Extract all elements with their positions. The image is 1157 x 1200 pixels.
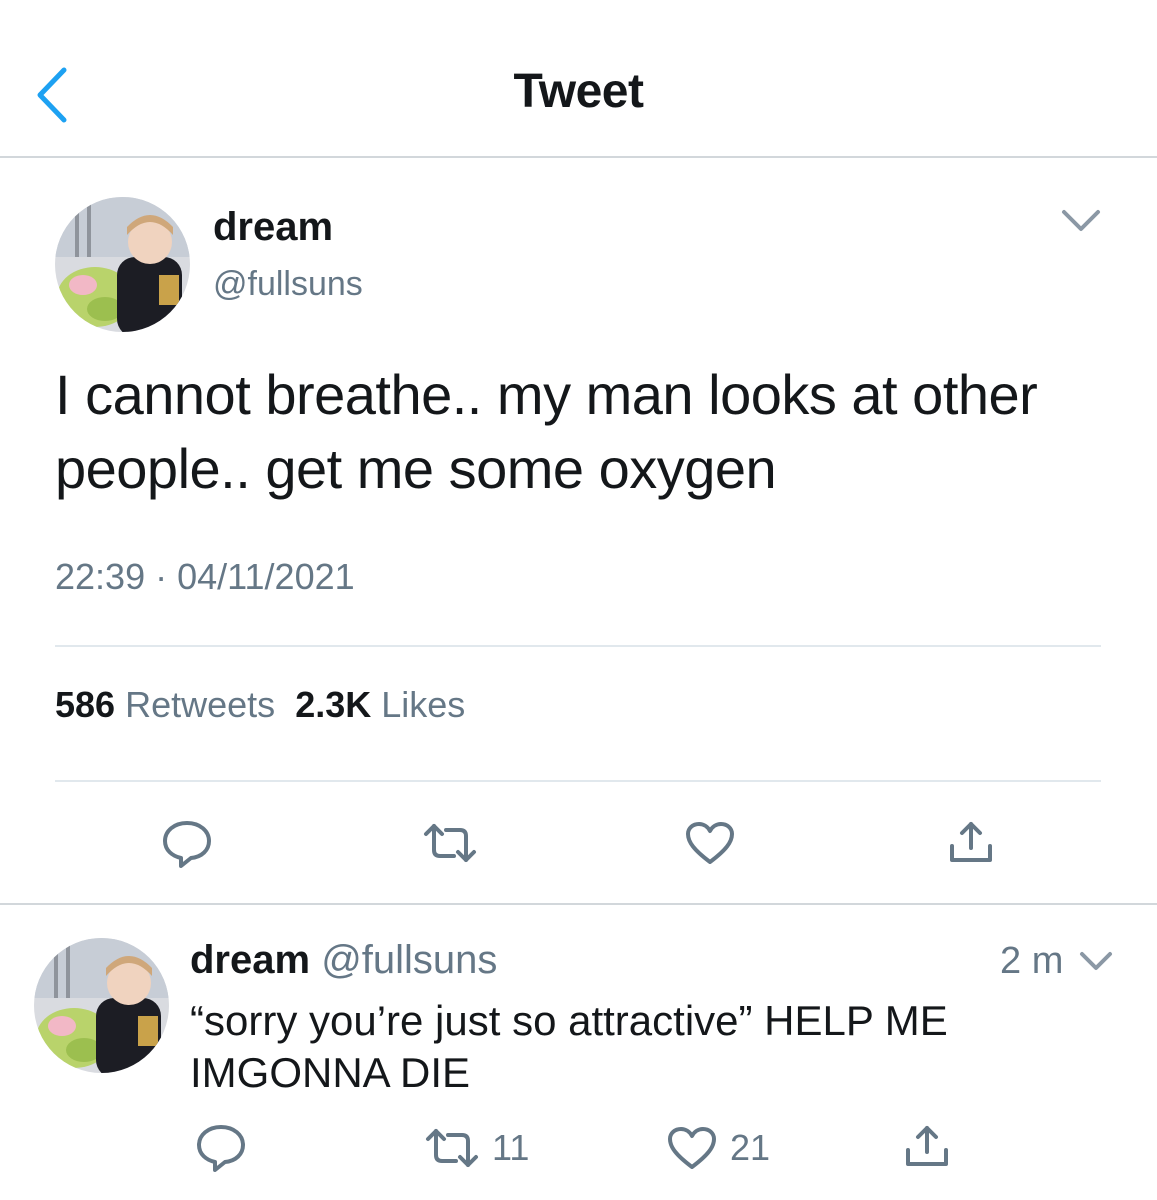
- meta-separator: ·: [155, 556, 168, 597]
- retweet-button[interactable]: [422, 820, 478, 866]
- tweet-date: 04/11/2021: [177, 556, 355, 597]
- tweet-timestamp: 22:39 · 04/11/2021: [55, 556, 355, 598]
- chevron-down-icon: [1062, 210, 1100, 231]
- like-button[interactable]: [684, 820, 736, 866]
- tweet-time: 22:39: [55, 556, 146, 597]
- avatar[interactable]: [55, 197, 190, 332]
- reply-button[interactable]: [160, 818, 214, 870]
- reply-author[interactable]: dream @fullsuns: [190, 938, 497, 983]
- like-count: 2.3K: [295, 684, 372, 725]
- chevron-down-icon: [1080, 952, 1112, 970]
- reply-avatar[interactable]: [34, 938, 169, 1073]
- share-button[interactable]: [946, 818, 996, 866]
- retweet-count: 586: [55, 684, 116, 725]
- divider: [0, 903, 1157, 905]
- page-title: Tweet: [513, 65, 644, 118]
- reply-share-button[interactable]: [902, 1122, 952, 1170]
- reply-reply-button[interactable]: [194, 1122, 248, 1174]
- reply-retweet-count: 11: [492, 1127, 530, 1168]
- divider: [55, 780, 1101, 782]
- share-icon: [906, 1126, 948, 1166]
- reply-icon: [163, 821, 211, 868]
- retweets-label: Retweets: [125, 684, 276, 725]
- avatar-image: [55, 197, 190, 332]
- tweet-text: I cannot breathe.. my man looks at other…: [55, 363, 1038, 500]
- likes-stat[interactable]: 2.3K Likes: [295, 684, 465, 725]
- reply-retweet-button[interactable]: 11: [424, 1125, 529, 1171]
- reply-icon: [197, 1125, 245, 1172]
- reply-text: “sorry you’re just so attractive” HELP M…: [190, 997, 948, 1096]
- retweets-stat[interactable]: 586 Retweets: [55, 684, 275, 725]
- user-handle[interactable]: @fullsuns: [213, 265, 363, 304]
- share-icon: [950, 822, 992, 862]
- divider: [55, 645, 1101, 647]
- heart-icon: [668, 1127, 716, 1169]
- reply-like-button[interactable]: 21: [666, 1125, 770, 1171]
- display-name[interactable]: dream: [213, 205, 333, 250]
- reply-options-button[interactable]: [1076, 943, 1116, 984]
- reply-handle: @fullsuns: [321, 938, 498, 982]
- reply-like-count: 21: [730, 1127, 771, 1168]
- heart-icon: [686, 822, 734, 864]
- reply-display-name: dream: [190, 938, 311, 982]
- reply-timestamp: 2 m: [1000, 940, 1064, 982]
- retweet-icon: [424, 824, 476, 862]
- likes-label: Likes: [381, 684, 466, 725]
- tweet-options-button[interactable]: [1058, 200, 1104, 245]
- retweet-icon: [426, 1129, 478, 1167]
- tweet-stats: 586 Retweets 2.3K Likes: [55, 684, 465, 726]
- avatar-image: [34, 938, 169, 1073]
